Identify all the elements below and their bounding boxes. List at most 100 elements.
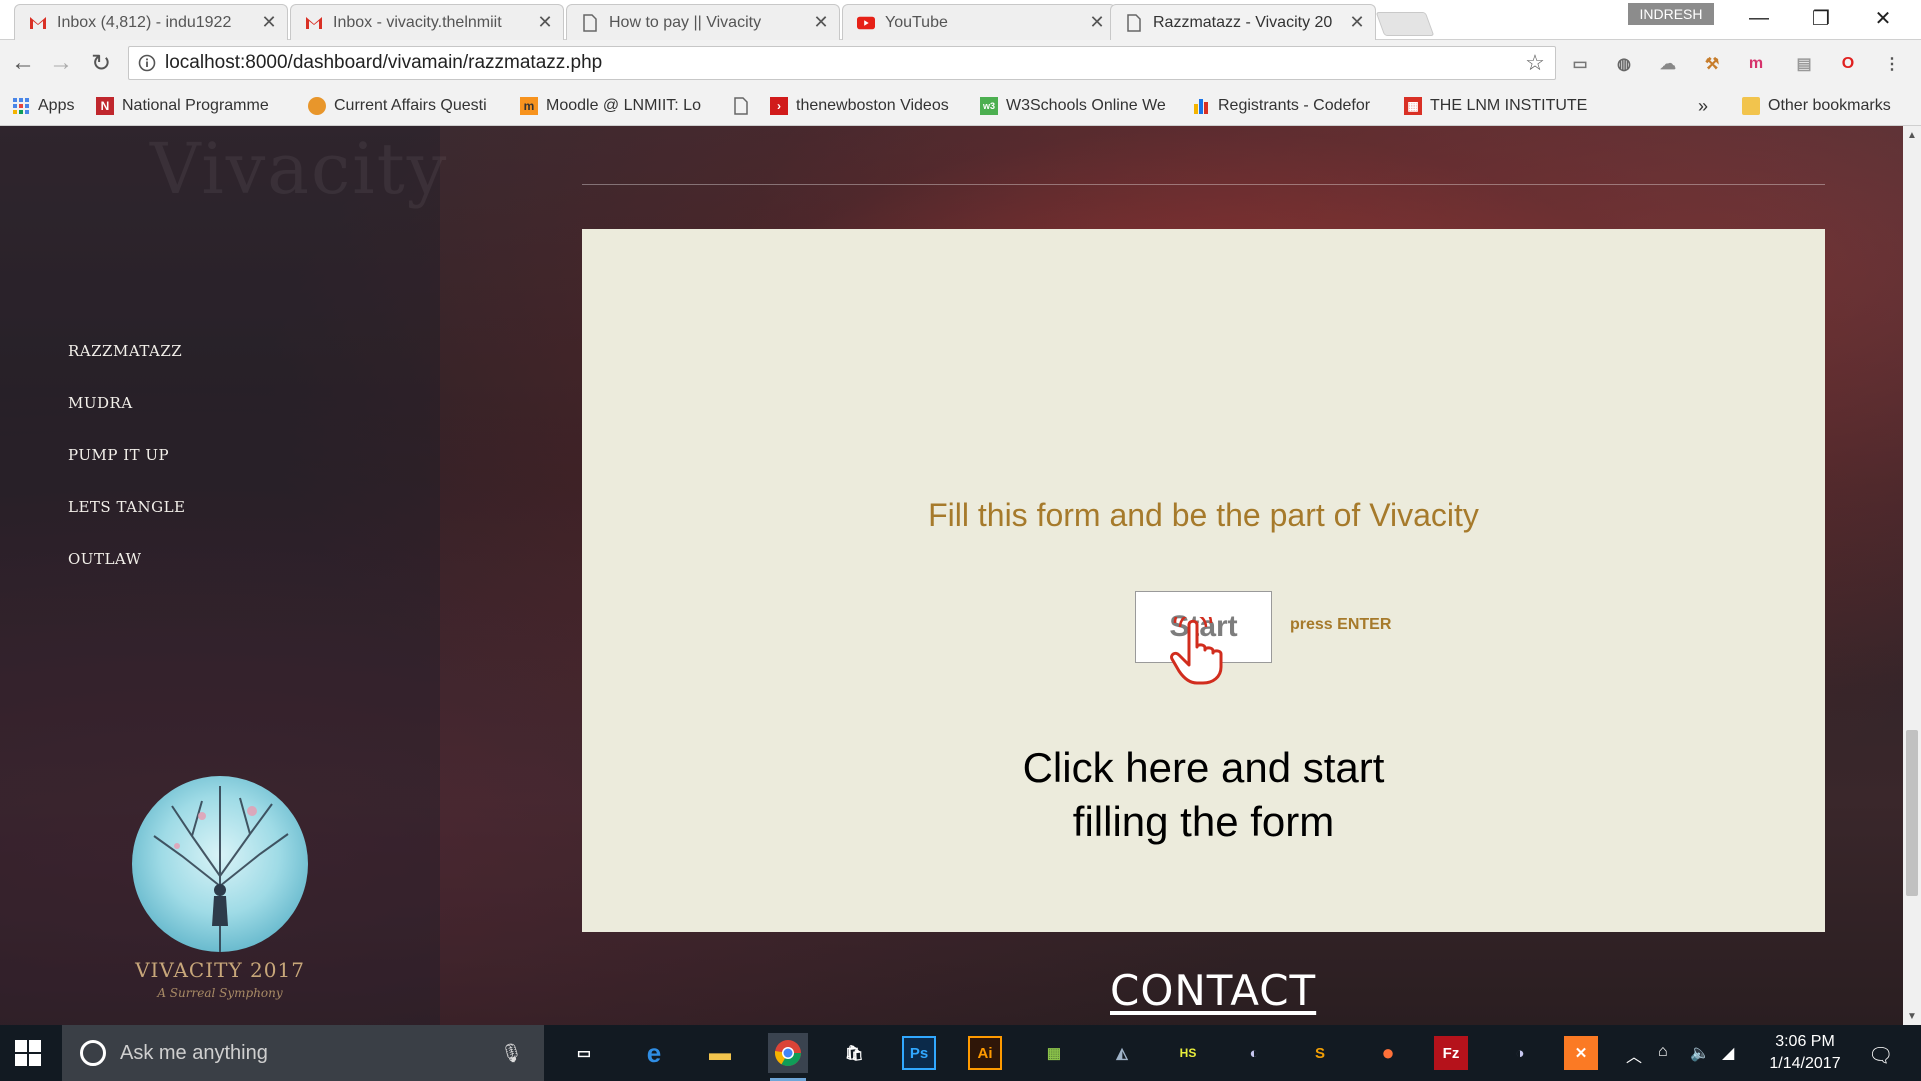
tab-youtube[interactable]: YouTube ✕ <box>842 4 1116 40</box>
filezilla-icon[interactable]: Fz <box>1434 1036 1468 1070</box>
bookmark-thenewboston[interactable]: › thenewboston Videos <box>770 86 949 126</box>
edge-icon[interactable]: e <box>634 1033 674 1073</box>
address-bar[interactable]: localhost:8000/dashboard/vivamain/razzma… <box>128 46 1556 80</box>
bookmarks-overflow-icon[interactable]: » <box>1698 86 1708 126</box>
form-heading: Fill this form and be the part of Vivaci… <box>928 497 1479 533</box>
eclipse-icon[interactable]: ◐ <box>1234 1033 1274 1073</box>
bookmark-national-programme[interactable]: N National Programme <box>96 86 269 126</box>
folder-icon <box>1742 97 1760 115</box>
thenewboston-icon: › <box>770 97 788 115</box>
windows-start-icon[interactable] <box>14 1039 42 1067</box>
tab-gmail-vivacity[interactable]: Inbox - vivacity.thelnmiit ✕ <box>290 4 564 40</box>
chrome-icon[interactable] <box>768 1033 808 1081</box>
minimize-icon[interactable]: — <box>1728 0 1790 36</box>
hand-pointer-icon <box>1170 617 1223 685</box>
award-icon <box>308 97 326 115</box>
logo-caption: VIVACITY 2017 <box>135 958 305 982</box>
other-bookmarks[interactable]: Other bookmarks <box>1742 86 1891 126</box>
info-icon[interactable] <box>129 47 165 79</box>
bookmark-w3schools[interactable]: w3 W3Schools Online We <box>980 86 1166 126</box>
illustrator-icon[interactable]: Ai <box>968 1036 1002 1070</box>
contact-link[interactable]: CONTACT <box>1110 966 1316 1015</box>
nav-item-outlaw[interactable]: OUTLAW <box>68 550 142 568</box>
tab-razzmatazz[interactable]: Razzmatazz - Vivacity 20 ✕ <box>1110 4 1376 40</box>
tab-title: How to pay || Vivacity <box>609 13 762 31</box>
vivacity-logo <box>132 776 308 952</box>
restore-icon[interactable]: ❐ <box>1790 0 1852 36</box>
nav-item-mudra[interactable]: MUDRA <box>68 394 133 412</box>
tab-title: YouTube <box>885 13 948 31</box>
tab-gmail-inbox[interactable]: Inbox (4,812) - indu1922 ✕ <box>14 4 288 40</box>
cortana-search-box[interactable]: Ask me anything 🎙 <box>62 1025 544 1081</box>
window-close-icon[interactable]: ✕ <box>1852 0 1914 36</box>
nav-item-razzmatazz[interactable]: RAZZMATAZZ <box>68 342 182 360</box>
annotation-line-1: Click here and start <box>1022 744 1385 791</box>
nav-item-lets-tangle[interactable]: LETS TANGLE <box>68 498 186 516</box>
bookmark-lnmiit[interactable]: ▦ THE LNM INSTITUTE <box>1404 86 1587 126</box>
page-icon <box>1125 13 1143 32</box>
close-icon[interactable]: ✕ <box>813 12 829 33</box>
bookmark-codeforces[interactable]: Registrants - Codefor <box>1192 86 1370 126</box>
microphone-icon[interactable]: 🎙 <box>500 1043 523 1064</box>
close-icon[interactable]: ✕ <box>1349 12 1365 33</box>
form-card: Fill this form and be the part of Vivaci… <box>582 229 1825 932</box>
extension-mailtrack-icon[interactable]: m <box>1744 52 1768 76</box>
new-tab-button[interactable] <box>1375 12 1435 36</box>
url-text[interactable]: localhost:8000/dashboard/vivamain/razzma… <box>165 52 1515 74</box>
close-icon[interactable]: ✕ <box>261 12 277 33</box>
store-icon[interactable]: 🛍 <box>834 1033 874 1073</box>
back-arrow-icon[interactable]: ← <box>8 48 38 78</box>
extension-cast-icon[interactable]: ▭ <box>1568 52 1592 76</box>
close-icon[interactable]: ✕ <box>1089 12 1105 33</box>
press-enter-hint: press ENTER <box>1290 616 1392 633</box>
gmail-icon <box>305 14 323 32</box>
vpn-icon[interactable]: ◭ <box>1102 1033 1142 1073</box>
wifi-icon[interactable]: ◢ <box>1722 1043 1734 1063</box>
page-scrollbar[interactable]: ▲ ▼ <box>1903 126 1921 1025</box>
youtube-icon <box>857 14 875 32</box>
scroll-down-icon[interactable]: ▼ <box>1903 1007 1921 1025</box>
menu-dots-icon[interactable]: ⋮ <box>1880 52 1904 76</box>
bar-chart-icon <box>1192 97 1210 115</box>
nptel-icon: N <box>96 97 114 115</box>
hotspot-shield-icon[interactable]: HS <box>1168 1033 1208 1073</box>
extension-cloud-icon[interactable]: ☁ <box>1656 52 1680 76</box>
opera-icon[interactable]: O <box>1836 52 1860 76</box>
firefox-icon[interactable]: ● <box>1368 1033 1408 1073</box>
xampp-icon[interactable]: ✕ <box>1564 1036 1598 1070</box>
windows-taskbar: Ask me anything 🎙 ▭ e ▬ 🛍 Ps Ai ▦ ◭ HS ◐… <box>0 1025 1921 1081</box>
system-clock[interactable]: 3:06 PM 1/14/2017 <box>1750 1031 1860 1075</box>
bookmark-blank-page[interactable] <box>732 86 758 126</box>
sublime-icon[interactable]: S <box>1300 1033 1340 1073</box>
action-center-icon[interactable]: 🗨 <box>1868 1043 1893 1068</box>
tab-how-to-pay[interactable]: How to pay || Vivacity ✕ <box>566 4 840 40</box>
file-explorer-icon[interactable]: ▬ <box>700 1033 740 1073</box>
profile-badge[interactable]: INDRESH <box>1628 3 1714 25</box>
eclipse-2-icon[interactable]: ◑ <box>1500 1033 1540 1073</box>
task-view-icon[interactable]: ▭ <box>564 1033 604 1073</box>
reload-icon[interactable]: ↻ <box>86 48 116 78</box>
network-icon[interactable]: ⌂ <box>1658 1043 1668 1061</box>
clock-date: 1/14/2017 <box>1769 1055 1841 1072</box>
extension-globe-icon[interactable]: ◍ <box>1612 52 1636 76</box>
lnmiit-icon: ▦ <box>1404 97 1422 115</box>
forward-arrow-icon[interactable]: → <box>46 48 76 78</box>
browser-toolbar: ← → ↻ localhost:8000/dashboard/vivamain/… <box>0 40 1921 86</box>
bookmark-moodle[interactable]: m Moodle @ LNMIIT: Lo <box>520 86 701 126</box>
scroll-thumb[interactable] <box>1906 730 1918 896</box>
spreadsheet-icon[interactable]: ▦ <box>1034 1033 1074 1073</box>
bookmark-current-affairs[interactable]: Current Affairs Questi <box>308 86 487 126</box>
volume-icon[interactable]: 🔈 <box>1690 1043 1710 1063</box>
scroll-up-icon[interactable]: ▲ <box>1903 126 1921 144</box>
bookmark-star-icon[interactable]: ☆ <box>1515 50 1555 76</box>
tray-chevron-icon[interactable]: ︿ <box>1626 1043 1642 1067</box>
close-icon[interactable]: ✕ <box>537 12 553 33</box>
clock-time: 3:06 PM <box>1775 1033 1835 1050</box>
photoshop-icon[interactable]: Ps <box>902 1036 936 1070</box>
bookmark-apps[interactable]: Apps <box>12 86 74 126</box>
extension-hammer-icon[interactable]: ⚒ <box>1700 52 1724 76</box>
extension-notes-icon[interactable]: ▤ <box>1792 52 1816 76</box>
nav-item-pump-it-up[interactable]: PUMP IT UP <box>68 446 169 464</box>
page-icon <box>732 97 750 115</box>
page-viewport: Vivacity RAZZMATAZZ MUDRA PUMP IT UP LET… <box>0 126 1903 1025</box>
